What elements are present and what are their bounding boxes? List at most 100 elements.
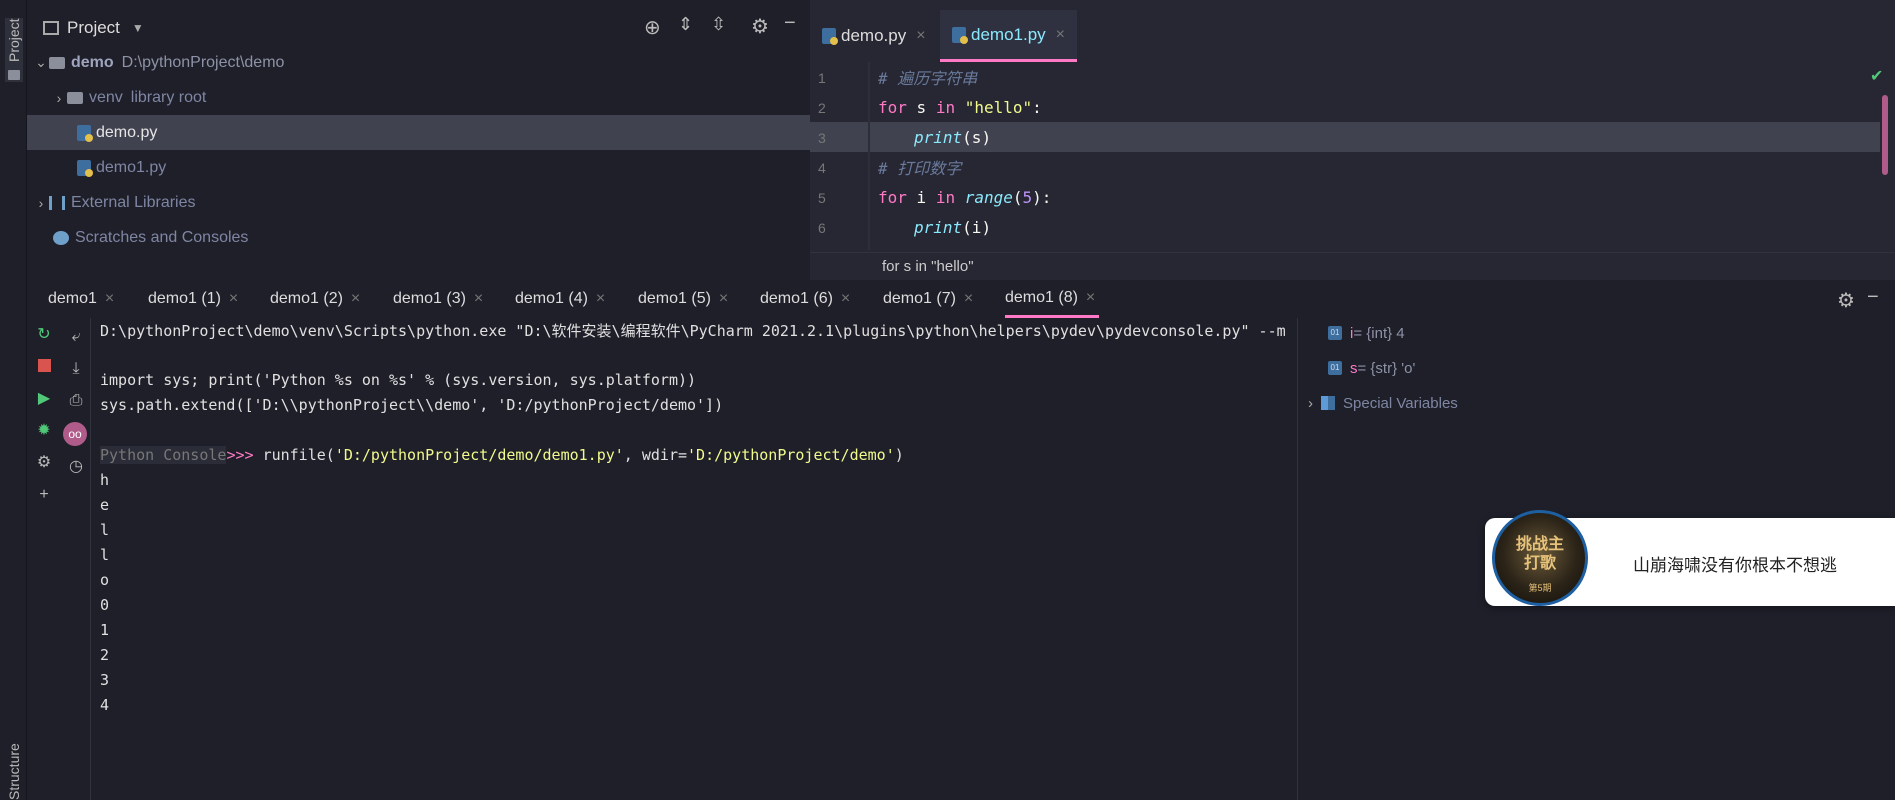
- tree-item-demo[interactable]: ⌄ demo D:\pythonProject\demo: [27, 45, 810, 80]
- tree-item-path: D:\pythonProject\demo: [121, 53, 285, 71]
- tree-item-demo1-py[interactable]: demo1.py: [27, 150, 810, 185]
- console-toolbar-right: ⤶ ⤓ ⎙ oo ◷: [61, 318, 91, 800]
- run-tab-active[interactable]: demo1 (8) ×: [1005, 280, 1100, 318]
- chevron-right-icon[interactable]: ›: [33, 195, 49, 211]
- rerun-icon[interactable]: ↻: [35, 326, 53, 344]
- code-line-2[interactable]: for s in "hello":: [878, 92, 1042, 122]
- variable-item[interactable]: 01 i = {int} 4: [1328, 318, 1405, 348]
- tab-demo1-py[interactable]: demo1.py ×: [940, 10, 1078, 62]
- code-token: (: [1012, 187, 1023, 207]
- code-comment: # 遍历字符串: [878, 69, 978, 88]
- project-panel: Project ▼ ⊕ ⇕ ⇳ ⚙ − ⌄ demo D:\pythonProj…: [27, 0, 810, 280]
- folder-icon: [49, 56, 65, 69]
- console-output-line: 4: [100, 696, 110, 714]
- run-tab[interactable]: demo1 (2) ×: [270, 280, 360, 318]
- console-prompt-line[interactable]: Python Console >>> runfile('D:/pythonProj…: [100, 440, 904, 470]
- variable-item[interactable]: 01 s = {str} 'o': [1328, 353, 1415, 383]
- code-line-5[interactable]: for i in range(5):: [878, 182, 1051, 212]
- show-variables-icon[interactable]: oo: [63, 422, 87, 446]
- python-file-icon: [822, 28, 838, 45]
- run-icon[interactable]: ▶: [35, 390, 53, 408]
- gear-icon[interactable]: ⚙: [1837, 288, 1855, 313]
- close-icon[interactable]: ×: [474, 290, 483, 308]
- project-view-selector[interactable]: Project ▼: [43, 16, 144, 40]
- hide-panel-icon[interactable]: −: [1867, 286, 1879, 309]
- run-tab[interactable]: demo1 (7) ×: [883, 280, 973, 318]
- locate-icon[interactable]: ⊕: [644, 15, 661, 40]
- code-token: range: [955, 187, 1013, 207]
- music-notification[interactable]: 挑战主打歌 第5期 山崩海啸没有你根本不想逃: [1485, 510, 1895, 606]
- line-number: 3: [818, 130, 826, 146]
- run-tab[interactable]: demo1 (3) ×: [393, 280, 483, 318]
- run-tab-label: demo1 (3): [393, 290, 466, 307]
- hide-panel-icon[interactable]: −: [784, 12, 796, 35]
- scroll-to-end-icon[interactable]: ⤓: [67, 360, 85, 378]
- chevron-down-icon[interactable]: ▼: [132, 21, 144, 35]
- close-icon[interactable]: ×: [596, 290, 605, 308]
- code-token: i: [906, 187, 936, 207]
- variable-icon: 01: [1328, 326, 1342, 340]
- print-icon[interactable]: ⎙: [67, 392, 85, 410]
- close-icon[interactable]: ×: [105, 290, 114, 308]
- close-icon[interactable]: ×: [351, 290, 360, 308]
- line-number-gutter: 1 2 3 4 5 6: [810, 62, 870, 250]
- project-stripe-label[interactable]: Project: [6, 18, 22, 62]
- close-icon[interactable]: ×: [229, 290, 238, 308]
- code-comment: # 打印数字: [878, 159, 962, 178]
- tree-item-demo-py[interactable]: demo.py: [27, 115, 810, 150]
- console-line: sys.path.extend(['D:\\pythonProject\\dem…: [100, 396, 724, 414]
- close-icon[interactable]: ×: [1056, 26, 1065, 44]
- code-token: for: [878, 187, 907, 207]
- settings-icon[interactable]: ⚙: [35, 454, 53, 472]
- code-token: in: [935, 97, 956, 117]
- special-variables-item[interactable]: › Special Variables: [1308, 388, 1458, 418]
- code-token: 'D:/pythonProject/demo/demo1.py': [334, 446, 624, 464]
- structure-stripe-label[interactable]: Structure: [6, 743, 22, 800]
- code-line-6[interactable]: print (i): [914, 212, 991, 242]
- tree-item-external-libraries[interactable]: › External Libraries: [27, 185, 810, 220]
- soft-wrap-icon[interactable]: ⤶: [67, 328, 85, 346]
- run-tab[interactable]: demo1 ×: [48, 280, 114, 318]
- tree-item-venv[interactable]: › venv library root: [27, 80, 810, 115]
- run-tab-label: demo1 (5): [638, 290, 711, 307]
- breadcrumb[interactable]: for s in "hello": [810, 252, 1895, 280]
- close-icon[interactable]: ×: [841, 290, 850, 308]
- special-variables-label: Special Variables: [1343, 394, 1458, 412]
- run-tab[interactable]: demo1 (5) ×: [638, 280, 728, 318]
- run-tab[interactable]: demo1 (1) ×: [148, 280, 238, 318]
- code-token: in: [935, 187, 956, 207]
- run-tab-label: demo1 (4): [515, 290, 588, 307]
- project-view-icon: [43, 21, 59, 35]
- left-tool-stripe: Project Structure: [0, 0, 27, 800]
- stop-icon[interactable]: [38, 359, 51, 372]
- run-tab[interactable]: demo1 (4) ×: [515, 280, 605, 318]
- scrollbar[interactable]: [1882, 95, 1888, 175]
- chevron-down-icon[interactable]: ⌄: [33, 54, 49, 71]
- run-tab-label: demo1 (1): [148, 290, 221, 307]
- python-file-icon: [77, 159, 93, 177]
- add-icon[interactable]: +: [35, 486, 53, 504]
- chevron-right-icon[interactable]: ›: [51, 90, 67, 106]
- debug-icon[interactable]: ✹: [35, 422, 53, 440]
- code-line-1[interactable]: # 遍历字符串: [878, 62, 977, 92]
- close-icon[interactable]: ×: [719, 290, 728, 308]
- tree-item-label: demo: [71, 53, 114, 71]
- close-icon[interactable]: ×: [1086, 289, 1095, 307]
- collapse-all-icon[interactable]: ⇳: [711, 14, 726, 35]
- code-token: for: [878, 97, 907, 117]
- code-token: 5: [1022, 187, 1033, 207]
- tree-item-scratches[interactable]: Scratches and Consoles: [27, 220, 810, 255]
- chevron-right-icon[interactable]: ›: [1308, 395, 1313, 412]
- code-line-4[interactable]: # 打印数字: [878, 152, 961, 182]
- history-icon[interactable]: ◷: [67, 458, 85, 476]
- special-variables-icon: [1321, 396, 1335, 410]
- tab-demo-py[interactable]: demo.py ×: [810, 10, 938, 62]
- close-icon[interactable]: ×: [916, 27, 925, 45]
- code-line-3[interactable]: print (s): [914, 122, 991, 152]
- expand-all-icon[interactable]: ⇕: [678, 14, 693, 35]
- code-token: ):: [1032, 187, 1052, 207]
- album-cover: 挑战主打歌 第5期: [1492, 510, 1588, 606]
- run-tab[interactable]: demo1 (6) ×: [760, 280, 850, 318]
- gear-icon[interactable]: ⚙: [751, 14, 769, 39]
- close-icon[interactable]: ×: [964, 290, 973, 308]
